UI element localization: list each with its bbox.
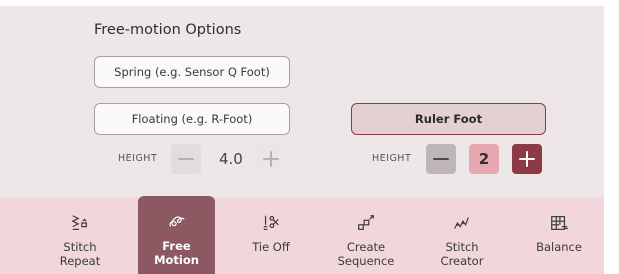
minus-icon <box>433 158 449 160</box>
spring-foot-button[interactable]: Spring (e.g. Sensor Q Foot) <box>94 56 290 88</box>
tool-label-line2: Sequence <box>337 254 395 268</box>
create-sequence-icon <box>356 213 376 233</box>
floating-height-label: HEIGHT <box>118 153 158 164</box>
stitch-repeat-icon <box>70 213 90 233</box>
stitch-repeat-button[interactable]: Stitch Repeat <box>42 197 118 274</box>
tie-off-icon <box>261 213 281 233</box>
top-edge <box>0 0 619 6</box>
tie-off-button[interactable]: Tie Off <box>233 197 309 274</box>
floating-height-decrease-button[interactable] <box>171 144 201 174</box>
tool-label-line1: Stitch <box>445 240 479 254</box>
tool-label-line2: Repeat <box>59 254 101 268</box>
tool-label-line1: Balance <box>536 240 582 254</box>
tool-label-line1: Free <box>162 239 191 253</box>
ruler-height-value: 2 <box>469 144 499 174</box>
tool-label-line1: Tie Off <box>252 240 290 254</box>
minus-icon <box>178 158 194 160</box>
section-title: Free-motion Options <box>94 22 242 38</box>
tool-label-line2: Motion <box>154 253 199 267</box>
tool-label-line1: Stitch <box>63 240 97 254</box>
floating-height-increase-button[interactable] <box>256 144 286 174</box>
floating-foot-button[interactable]: Floating (e.g. R-Foot) <box>94 103 290 135</box>
balance-button[interactable]: Balance <box>521 197 597 274</box>
free-motion-button[interactable]: Free Motion <box>138 196 215 274</box>
stitch-creator-button[interactable]: Stitch Creator <box>424 197 500 274</box>
tool-label-line1: Create <box>346 240 386 254</box>
stitch-creator-icon <box>452 213 472 233</box>
free-motion-icon <box>167 212 187 232</box>
tool-label-line2: Creator <box>440 254 484 268</box>
right-edge <box>604 0 619 274</box>
ruler-height-label: HEIGHT <box>372 153 412 164</box>
ruler-foot-button[interactable]: Ruler Foot <box>351 103 546 135</box>
ruler-height-increase-button[interactable] <box>512 144 542 174</box>
create-sequence-button[interactable]: Create Sequence <box>328 197 404 274</box>
balance-icon <box>549 213 569 233</box>
floating-height-value: 4.0 <box>219 150 243 168</box>
ruler-height-decrease-button[interactable] <box>426 144 456 174</box>
